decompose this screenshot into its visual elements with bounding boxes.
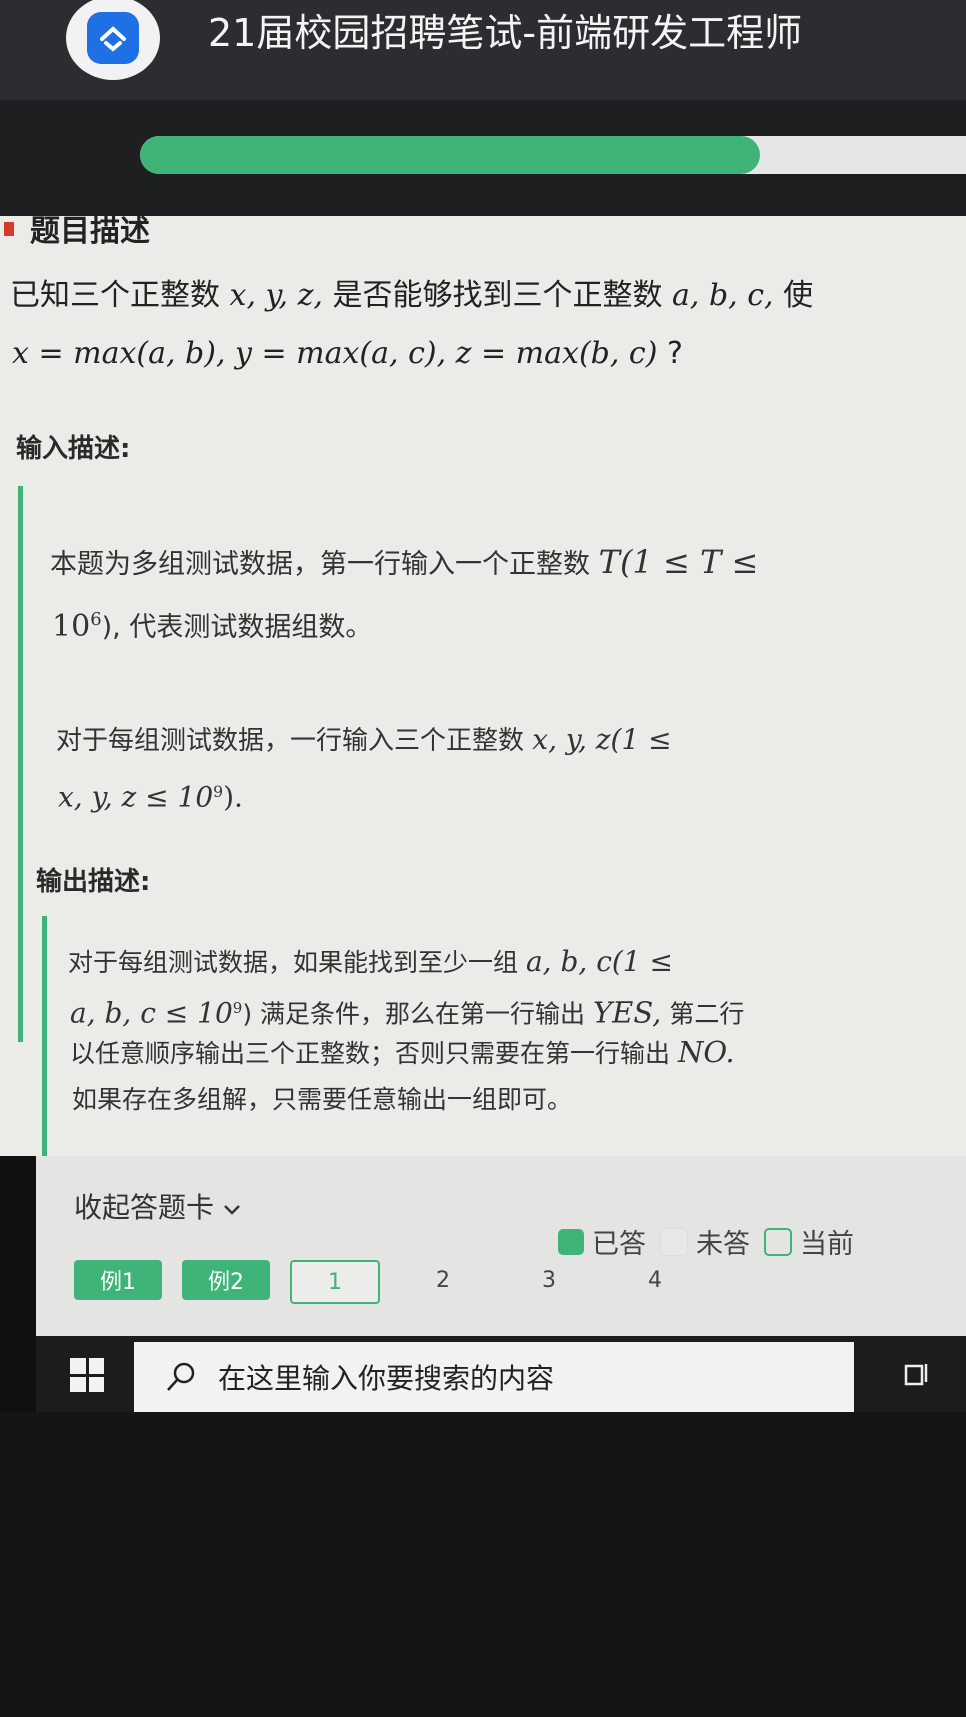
chevron-down-icon [224, 1205, 240, 1215]
collapse-answer-card-button[interactable]: 收起答题卡 [74, 1186, 241, 1226]
legend-label: 当前 [800, 1229, 854, 1260]
collapse-label: 收起答题卡 [74, 1191, 215, 1224]
legend-answered: 已答 [558, 1222, 646, 1261]
output-text: 以任意顺序输出三个正整数；否则只需要在第一行输出 [70, 1039, 671, 1068]
answer-legend: 已答 未答 当前 [558, 1222, 854, 1261]
answered-swatch [558, 1228, 584, 1255]
output-math: NO. [677, 1035, 735, 1069]
statement-text: ? [666, 336, 683, 371]
app-logo [66, 0, 160, 80]
legend-unanswered: 未答 [660, 1222, 750, 1261]
tab-question-4[interactable]: 4 [612, 1260, 698, 1300]
output-line4: 如果存在多组解，只需要任意输出一组即可。 [72, 1085, 573, 1114]
section-title: 题目描述 [30, 214, 150, 249]
tab-example-1[interactable]: 例1 [74, 1260, 162, 1300]
output-text: ) 满足条件，那么在第一行输出 [242, 999, 586, 1029]
search-placeholder: 在这里输入你要搜索的内容 [218, 1362, 555, 1395]
input-p2-line2: x, y, z ≤ 109). [58, 768, 243, 823]
output-line1: 对于每组测试数据，如果能找到至少一组 a, b, c(1 ≤ [68, 938, 673, 987]
problem-statement-line1: 已知三个正整数 x, y, z, 是否能够找到三个正整数 a, b, c, 使 [10, 268, 813, 324]
statement-text: 使 [783, 278, 814, 313]
input-math: 10 [52, 609, 91, 644]
input-math: x, y, z(1 ≤ [532, 723, 672, 756]
progress-fill [140, 136, 760, 174]
search-icon [167, 1362, 195, 1391]
statement-text: 是否能够找到三个正整数 [332, 278, 663, 313]
question-tabs: 例1 例2 1 2 3 4 [74, 1260, 698, 1304]
input-math: ). [223, 780, 243, 814]
input-text: 对于每组测试数据，一行输入三个正整数 [56, 726, 525, 756]
task-view-icon[interactable] [904, 1360, 930, 1388]
unanswered-swatch [660, 1227, 688, 1256]
section-marker [4, 222, 14, 236]
input-math: x, y, z ≤ 10 [58, 780, 214, 814]
app-header: 21届校园招聘笔试-前端研发工程师 [0, 0, 966, 100]
output-text: 对于每组测试数据，如果能找到至少一组 [68, 948, 519, 977]
legend-label: 未答 [696, 1229, 750, 1260]
output-math: a, b, c ≤ 10 [70, 996, 233, 1030]
progress-bar [140, 136, 966, 174]
statement-math: a, b, c, [672, 278, 774, 313]
desk-background [0, 1412, 966, 1717]
tab-question-1[interactable]: 1 [290, 1260, 380, 1304]
statement-math: x = max(a, b), y = max(a, c), z = max(b,… [12, 336, 658, 371]
problem-statement-line2: x = max(a, b), y = max(a, c), z = max(b,… [12, 326, 683, 382]
statement-text: 已知三个正整数 [10, 278, 220, 313]
current-swatch [764, 1227, 792, 1256]
output-math: YES, [593, 995, 662, 1030]
exam-title: 21届校园招聘笔试-前端研发工程师 [208, 11, 803, 55]
input-p1-line2: 106), 代表测试数据组数。 [52, 596, 372, 652]
input-p2-line1: 对于每组测试数据，一行输入三个正整数 x, y, z(1 ≤ [56, 716, 672, 765]
input-p1-line1: 本题为多组测试数据，第一行输入一个正整数 T(1 ≤ T ≤ [50, 538, 758, 589]
statement-math: x, y, z, [229, 278, 323, 313]
output-math-exp: 9 [232, 999, 243, 1017]
tab-example-2[interactable]: 例2 [182, 1260, 270, 1300]
windows-start-icon[interactable] [70, 1358, 104, 1392]
input-text: 本题为多组测试数据，第一行输入一个正整数 [50, 549, 590, 580]
logo-icon [100, 26, 126, 52]
output-line3: 以任意顺序输出三个正整数；否则只需要在第一行输出 NO. [70, 1028, 735, 1078]
input-text: ), 代表测试数据组数。 [101, 612, 373, 643]
answer-card: 收起答题卡 已答 未答 当前 例1 例2 1 2 3 4 [36, 1156, 966, 1336]
output-heading: 输出描述: [36, 867, 151, 897]
problem-content: 题目描述 已知三个正整数 x, y, z, 是否能够找到三个正整数 a, b, … [0, 214, 966, 1316]
output-text: 第二行 [669, 999, 745, 1029]
taskbar-search-box[interactable]: 在这里输入你要搜索的内容 [134, 1342, 854, 1412]
tab-question-2[interactable]: 2 [400, 1260, 486, 1300]
input-quote-bar [18, 486, 23, 1042]
input-heading: 输入描述: [16, 434, 131, 464]
input-math-exp: 6 [90, 609, 102, 630]
taskbar: 在这里输入你要搜索的内容 [36, 1336, 966, 1412]
legend-label: 已答 [592, 1229, 646, 1260]
legend-current: 当前 [764, 1222, 854, 1261]
output-math: a, b, c(1 ≤ [525, 945, 673, 978]
input-math: T(1 ≤ T ≤ [598, 543, 759, 581]
tab-question-3[interactable]: 3 [506, 1260, 592, 1300]
progress-area [0, 100, 966, 216]
input-math-exp: 9 [213, 783, 224, 801]
